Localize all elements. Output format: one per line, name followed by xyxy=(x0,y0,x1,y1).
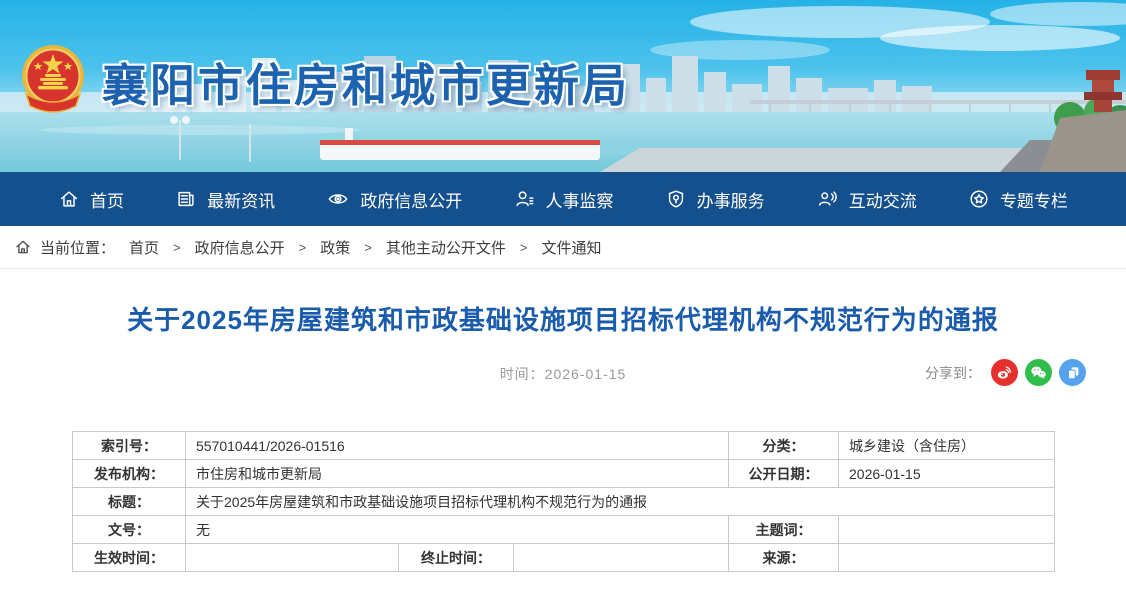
source-value xyxy=(839,544,1055,572)
site-banner: 襄阳市住房和城市更新局 xyxy=(0,0,1126,172)
table-row: 索引号： 557010441/2026-01516 分类： 城乡建设（含住房） xyxy=(73,432,1055,460)
keywords-label: 主题词： xyxy=(729,516,839,544)
issuing-agency-label: 发布机构： xyxy=(73,460,186,488)
home-icon xyxy=(58,188,80,210)
breadcrumb-item-doc-notice[interactable]: 文件通知 xyxy=(541,237,601,258)
nav-label: 首页 xyxy=(90,187,124,212)
nav-label: 互动交流 xyxy=(849,187,917,212)
site-brand: 襄阳市住房和城市更新局 xyxy=(18,40,630,122)
breadcrumb-home-icon xyxy=(14,238,32,256)
doc-number-value: 无 xyxy=(186,516,729,544)
nav-label: 人事监察 xyxy=(545,187,613,212)
nav-label: 办事服务 xyxy=(697,187,765,212)
document-info-table: 索引号： 557010441/2026-01516 分类： 城乡建设（含住房） … xyxy=(72,431,1054,572)
breadcrumb-separator: > xyxy=(173,240,181,255)
breadcrumb-separator: > xyxy=(299,240,307,255)
doc-title-value: 关于2025年房屋建筑和市政基础设施项目招标代理机构不规范行为的通报 xyxy=(186,488,1055,516)
table-row: 生效时间： 终止时间： 来源： xyxy=(73,544,1055,572)
nav-item-home[interactable]: 首页 xyxy=(58,187,124,212)
national-emblem-icon xyxy=(18,40,88,122)
breadcrumb-prefix: 当前位置： xyxy=(40,237,115,258)
weibo-share-icon[interactable] xyxy=(991,359,1018,386)
category-value: 城乡建设（含住房） xyxy=(839,432,1055,460)
nav-item-news[interactable]: 最新资讯 xyxy=(175,187,275,212)
news-icon xyxy=(175,188,197,210)
end-date-label: 终止时间： xyxy=(399,544,514,572)
breadcrumb-item-other-public-docs[interactable]: 其他主动公开文件 xyxy=(386,237,506,258)
shield-icon xyxy=(665,188,687,210)
page: 襄阳市住房和城市更新局 首页 最新资讯 政府信息公开 人事监察 办事服务 互动交… xyxy=(0,0,1126,589)
breadcrumb-separator: > xyxy=(520,240,528,255)
nav-item-interaction[interactable]: 互动交流 xyxy=(816,187,917,212)
nav-label: 政府信息公开 xyxy=(360,187,462,212)
breadcrumb-separator: > xyxy=(364,240,372,255)
keywords-value xyxy=(839,516,1055,544)
share-label: 分享到： xyxy=(925,363,981,383)
effective-date-value xyxy=(186,544,399,572)
breadcrumb-item-gov-info[interactable]: 政府信息公开 xyxy=(195,237,285,258)
breadcrumb-item-home[interactable]: 首页 xyxy=(129,237,159,258)
effective-date-label: 生效时间： xyxy=(73,544,186,572)
site-title: 襄阳市住房和城市更新局 xyxy=(102,49,630,114)
publish-date-label: 公开日期： xyxy=(729,460,839,488)
time-label: 时间： xyxy=(500,366,545,382)
index-number-label: 索引号： xyxy=(73,432,186,460)
end-date-value xyxy=(514,544,729,572)
source-label: 来源： xyxy=(729,544,839,572)
copy-link-share-icon[interactable] xyxy=(1059,359,1086,386)
publish-date-value: 2026-01-15 xyxy=(839,460,1055,488)
person-icon xyxy=(513,188,535,210)
main-nav: 首页 最新资讯 政府信息公开 人事监察 办事服务 互动交流 专题专栏 xyxy=(0,172,1126,226)
eye-icon xyxy=(326,188,350,210)
issuing-agency-value: 市住房和城市更新局 xyxy=(186,460,729,488)
breadcrumb-item-policy[interactable]: 政策 xyxy=(320,237,350,258)
star-icon xyxy=(968,188,990,210)
nav-item-special-columns[interactable]: 专题专栏 xyxy=(968,187,1068,212)
nav-label: 专题专栏 xyxy=(1000,187,1068,212)
chat-icon xyxy=(816,188,839,210)
nav-item-personnel[interactable]: 人事监察 xyxy=(513,187,613,212)
doc-number-label: 文号： xyxy=(73,516,186,544)
nav-label: 最新资讯 xyxy=(207,187,275,212)
index-number-value: 557010441/2026-01516 xyxy=(186,432,729,460)
table-row: 文号： 无 主题词： xyxy=(73,516,1055,544)
time-value: 2026-01-15 xyxy=(545,366,627,382)
table-row: 发布机构： 市住房和城市更新局 公开日期： 2026-01-15 xyxy=(73,460,1055,488)
page-title: 关于2025年房屋建筑和市政基础设施项目招标代理机构不规范行为的通报 xyxy=(0,300,1126,337)
table-row: 标题： 关于2025年房屋建筑和市政基础设施项目招标代理机构不规范行为的通报 xyxy=(73,488,1055,516)
article-meta: 时间：2026-01-15 分享到： xyxy=(0,359,1126,389)
wechat-share-icon[interactable] xyxy=(1025,359,1052,386)
share-bar: 分享到： xyxy=(925,359,1086,386)
doc-title-label: 标题： xyxy=(73,488,186,516)
category-label: 分类： xyxy=(729,432,839,460)
breadcrumb: 当前位置： 首页 > 政府信息公开 > 政策 > 其他主动公开文件 > 文件通知 xyxy=(0,226,1126,269)
nav-item-gov-info[interactable]: 政府信息公开 xyxy=(326,187,462,212)
nav-item-services[interactable]: 办事服务 xyxy=(665,187,765,212)
